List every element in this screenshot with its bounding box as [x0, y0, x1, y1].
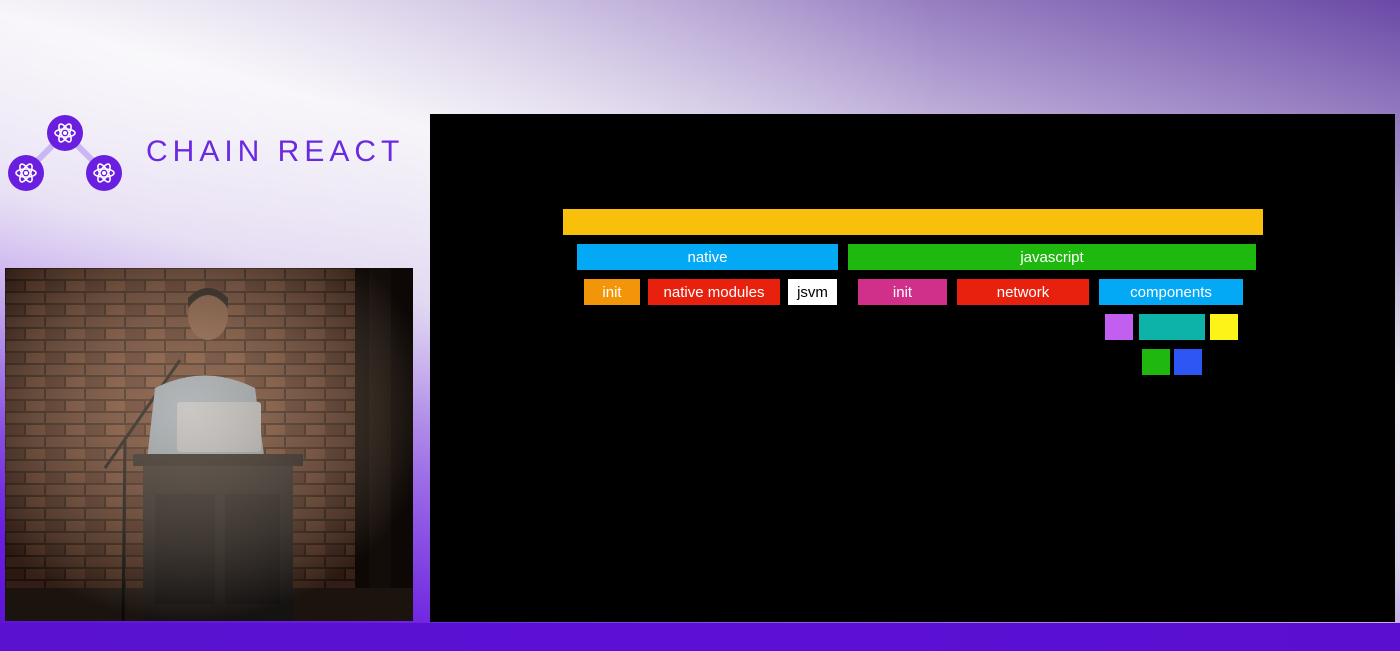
native-modules-bar: native modules: [648, 279, 780, 305]
network-bar: network: [957, 279, 1089, 305]
top-bar: [563, 209, 1263, 235]
component-green-block: [1142, 349, 1170, 375]
brand-name: CHAIN REACT: [146, 135, 405, 168]
native-bar: native: [577, 244, 838, 270]
jsvm-bar: jsvm: [788, 279, 837, 305]
components-bar: components: [1099, 279, 1243, 305]
react-atom-triangle-logo-icon: [8, 115, 122, 191]
speaker-video-feed-icon: [5, 268, 413, 621]
component-teal-block: [1139, 314, 1205, 340]
javascript-bar: javascript: [848, 244, 1256, 270]
component-yellow-block: [1210, 314, 1238, 340]
component-purple-block: [1105, 314, 1133, 340]
native-init-bar: init: [584, 279, 640, 305]
bottom-band: [0, 623, 1400, 651]
speaker-video: [5, 268, 413, 621]
component-blue-block: [1174, 349, 1202, 375]
chain-react-logo: [6, 112, 128, 194]
javascript-init-bar: init: [858, 279, 947, 305]
presentation-slide: native javascript init native modules js…: [430, 114, 1395, 622]
